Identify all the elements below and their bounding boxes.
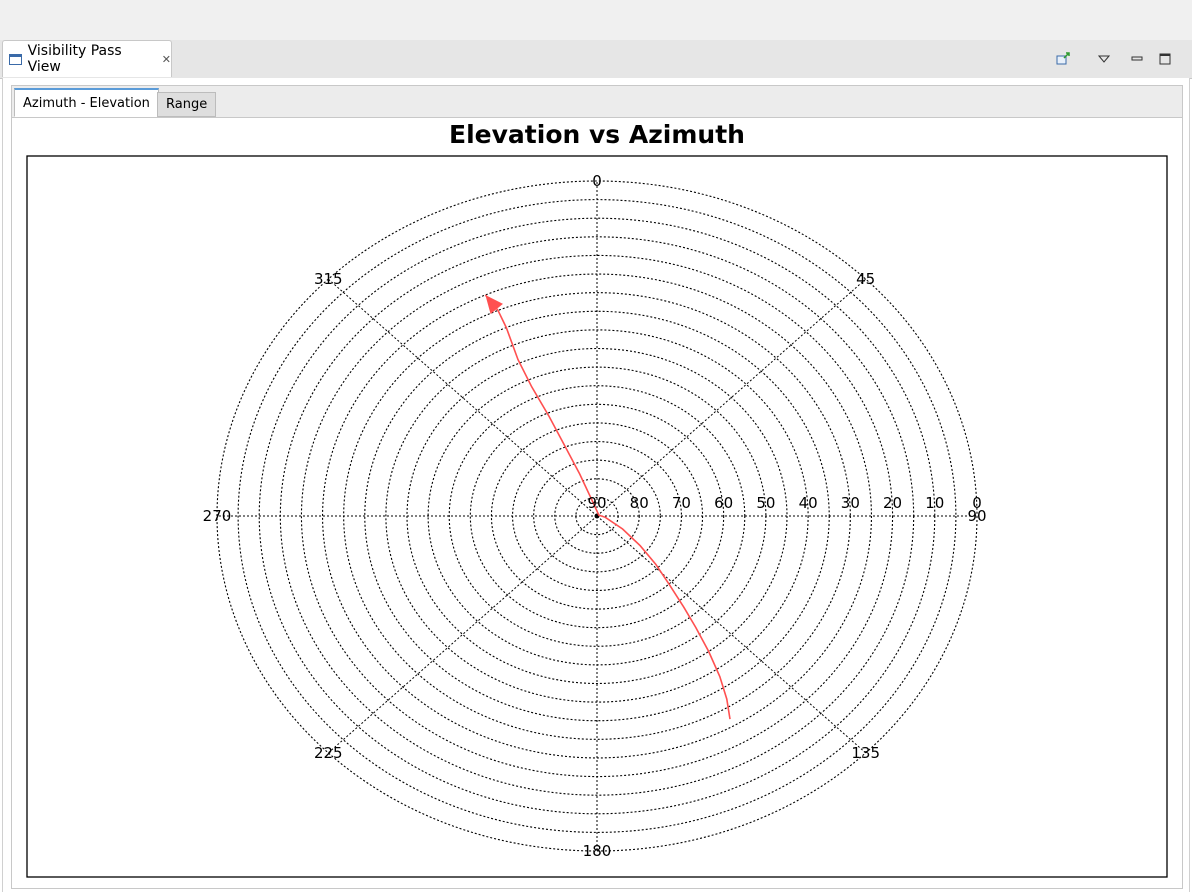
tab-visibility-pass-view[interactable]: Visibility Pass View ✕ (2, 40, 172, 77)
chart-title: Elevation vs Azimuth (449, 120, 745, 149)
view-tab-bar: Visibility Pass View ✕ (0, 40, 1192, 79)
view-menu-icon[interactable] (1095, 50, 1113, 68)
elevation-tick-label: 90 (587, 494, 606, 512)
view-tab-label: Visibility Pass View (27, 43, 122, 75)
minimize-icon[interactable] (1128, 50, 1146, 68)
azimuth-tick-label: 45 (856, 270, 875, 288)
elevation-tick-label: 50 (756, 494, 775, 512)
elevation-tick-label: 30 (841, 494, 860, 512)
azimuth-tick-label: 0 (592, 172, 602, 190)
tab-range[interactable]: Range (157, 92, 217, 117)
elevation-tick-label: 0 (972, 494, 982, 512)
close-icon[interactable]: ✕ (162, 53, 171, 66)
azimuth-tick-label: 180 (583, 842, 612, 860)
maximize-icon[interactable] (1156, 50, 1174, 68)
tab-azimuth-elevation[interactable]: Azimuth - Elevation (14, 88, 159, 117)
pin-icon[interactable] (1054, 50, 1072, 68)
azimuth-tick-label: 135 (851, 744, 880, 762)
elevation-tick-label: 70 (672, 494, 691, 512)
view-content: Azimuth - Elevation Range Elevation vs A… (2, 78, 1190, 892)
window-top-bar (0, 0, 1192, 41)
elevation-tick-label: 20 (883, 494, 902, 512)
elevation-tick-label: 40 (799, 494, 818, 512)
elevation-tick-label: 80 (630, 494, 649, 512)
view-window-icon (9, 53, 22, 65)
polar-chart: Elevation vs Azimuth 0 45 90 135 180 225 270 31… (26, 120, 1168, 878)
azimuth-tick-label: 315 (314, 270, 343, 288)
azimuth-tick-label: 225 (314, 744, 343, 762)
plot-panel: Elevation vs Azimuth 0 45 90 135 180 225 270 31… (11, 117, 1183, 889)
subtab-bar: Azimuth - Elevation Range (11, 85, 1183, 118)
elevation-tick-label: 10 (925, 494, 944, 512)
azimuth-tick-label: 270 (203, 507, 232, 525)
elevation-tick-label: 60 (714, 494, 733, 512)
